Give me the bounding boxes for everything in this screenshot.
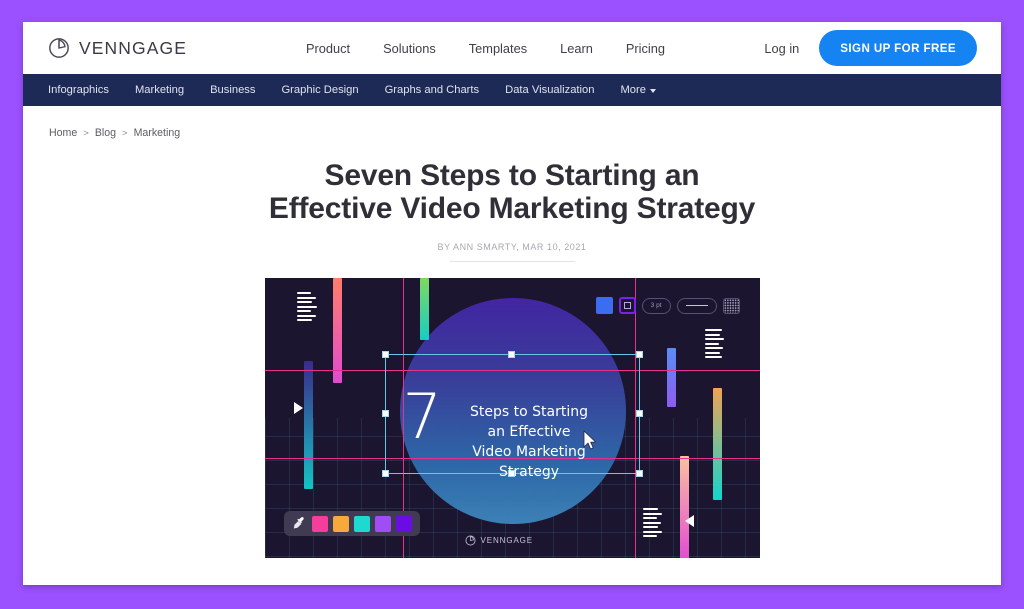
hero-headline-line-1: Steps to Starting	[470, 404, 588, 420]
resize-handle-middle-right[interactable]	[635, 410, 643, 417]
signup-button[interactable]: SIGN UP FOR FREE	[819, 30, 977, 66]
header-actions: Log in SIGN UP FOR FREE	[764, 30, 977, 66]
chevron-down-icon	[649, 89, 656, 93]
resize-handle-bottom-right[interactable]	[635, 470, 643, 477]
stroke-width-field[interactable]: 3 pt	[641, 297, 671, 314]
subnav-item-graphic-design[interactable]: Graphic Design	[281, 84, 358, 96]
nav-item-templates[interactable]: Templates	[469, 41, 527, 56]
solid-line-icon	[685, 304, 708, 307]
article-header: Seven Steps to Starting an Effective Vid…	[23, 139, 1001, 262]
breadcrumb-item-marketing[interactable]: Marketing	[134, 127, 181, 139]
page-title-line-2: Video Marketing Strategy	[400, 192, 756, 225]
subnav-item-data-visualization[interactable]: Data Visualization	[505, 84, 594, 96]
subnav-item-business[interactable]: Business	[210, 84, 255, 96]
nav-item-pricing[interactable]: Pricing	[626, 41, 665, 56]
login-link[interactable]: Log in	[764, 41, 799, 56]
periwinkle-bar	[666, 348, 676, 407]
palette-swatch-1[interactable]	[311, 515, 328, 532]
equalizer-bottom-right	[642, 508, 662, 537]
venngage-clock-icon	[465, 535, 475, 546]
byline-divider	[449, 261, 575, 262]
browser-page: VENNGAGE Product Solutions Templates Lea…	[23, 22, 1001, 585]
subnav-item-graphs-and-charts[interactable]: Graphs and Charts	[385, 84, 480, 96]
palette-swatch-2[interactable]	[332, 515, 349, 532]
equalizer-top-right	[704, 329, 724, 358]
palette-swatch-3[interactable]	[353, 515, 370, 532]
subnav-more-label: More	[620, 84, 646, 96]
border-square-icon	[623, 302, 631, 309]
hero-headline-line-4: Strategy	[499, 464, 559, 480]
featured-image: 7 Steps to Starting an Effective Video M…	[264, 278, 760, 558]
resize-handle-top-right[interactable]	[635, 351, 643, 358]
primary-nav: Product Solutions Templates Learn Pricin…	[306, 41, 764, 56]
eyedropper-icon[interactable]	[292, 516, 307, 531]
line-style-button[interactable]	[676, 297, 717, 314]
editor-toolstrip: 3 pt	[595, 297, 740, 314]
subnav-item-infographics[interactable]: Infographics	[48, 84, 109, 96]
border-style-button[interactable]	[618, 297, 636, 314]
page-title: Seven Steps to Starting an Effective Vid…	[262, 159, 762, 225]
subnav-item-marketing[interactable]: Marketing	[135, 84, 184, 96]
nav-item-learn[interactable]: Learn	[560, 41, 593, 56]
peach-pink-bar	[679, 456, 689, 558]
pink-magenta-bar	[332, 278, 342, 383]
site-header: VENNGAGE Product Solutions Templates Lea…	[23, 22, 1001, 74]
logo-text: VENNGAGE	[79, 37, 187, 58]
venngage-clock-icon	[48, 37, 70, 59]
article-byline: BY ANN SMARTY, MAR 10, 2021	[437, 242, 587, 252]
breadcrumb-item-home[interactable]: Home	[49, 127, 77, 139]
orange-teal-bar	[712, 388, 722, 500]
resize-handle-bottom-left[interactable]	[381, 470, 389, 477]
play-triangle-left	[293, 402, 303, 414]
breadcrumb-separator: >	[122, 127, 128, 139]
color-palette-toolbar	[283, 511, 420, 536]
resize-handle-top-middle[interactable]	[508, 351, 515, 358]
fill-color-swatch[interactable]	[595, 297, 613, 314]
hero-number: 7	[402, 380, 442, 453]
subnav-item-more[interactable]: More	[620, 84, 656, 96]
resize-handle-top-left[interactable]	[381, 351, 389, 358]
teal-green-bar	[419, 278, 429, 340]
hero-watermark: VENNGAGE	[465, 535, 534, 546]
palette-swatch-4[interactable]	[374, 515, 391, 532]
pattern-button[interactable]	[722, 297, 740, 314]
category-subnav: Infographics Marketing Business Graphic …	[23, 74, 1001, 106]
resize-handle-middle-left[interactable]	[381, 410, 389, 417]
breadcrumb: Home > Blog > Marketing	[23, 106, 1001, 139]
blue-teal-bar	[303, 361, 313, 489]
palette-swatch-5[interactable]	[395, 515, 412, 532]
mouse-cursor-icon	[583, 430, 596, 450]
equalizer-top-left	[296, 292, 317, 321]
play-triangle-right	[684, 515, 694, 527]
nav-item-solutions[interactable]: Solutions	[383, 41, 436, 56]
breadcrumb-separator: >	[83, 127, 89, 139]
breadcrumb-item-blog[interactable]: Blog	[95, 127, 116, 139]
nav-item-product[interactable]: Product	[306, 41, 350, 56]
palette-swatches	[311, 515, 412, 532]
hero-watermark-text: VENNGAGE	[480, 536, 534, 545]
venngage-logo[interactable]: VENNGAGE	[48, 37, 298, 59]
